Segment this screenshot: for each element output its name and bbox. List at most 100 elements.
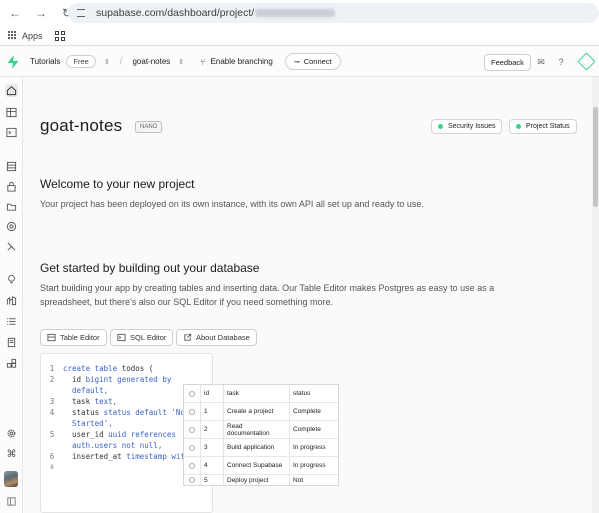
sql-editor-label: SQL Editor <box>130 333 167 342</box>
home-icon[interactable] <box>5 84 18 97</box>
table-header-row: id task status <box>184 385 338 403</box>
supabase-logo-icon[interactable] <box>7 54 19 69</box>
cell-task: Build application <box>224 439 290 456</box>
connect-button[interactable]: ⊸ Connect <box>284 53 341 70</box>
cell-id: 3 <box>201 439 224 456</box>
cell-id: 4 <box>201 457 224 474</box>
column-header: id <box>201 385 224 402</box>
site-settings-icon[interactable] <box>76 7 88 19</box>
external-link-icon <box>184 333 192 341</box>
storage-icon[interactable] <box>5 200 18 213</box>
welcome-text: Your project has been deployed on its ow… <box>40 199 424 209</box>
logs-list-icon[interactable] <box>5 315 18 328</box>
cell-id: 5 <box>201 475 224 485</box>
plan-badge: Free <box>66 55 96 68</box>
sql-editor-icon[interactable] <box>5 126 18 139</box>
help-icon[interactable]: ? <box>556 57 566 67</box>
project-status-label: Project Status <box>526 123 570 130</box>
main-content: goat-notes NANO Security Issues Project … <box>23 77 592 513</box>
row-select-checkbox <box>189 390 195 397</box>
bookmarks-bar: Apps <box>0 26 599 46</box>
row-select-checkbox <box>189 426 195 433</box>
api-docs-icon[interactable] <box>5 336 18 349</box>
advisors-bulb-icon[interactable] <box>5 273 18 286</box>
page-scrollbar[interactable] <box>592 77 599 513</box>
table-icon <box>47 333 56 342</box>
terminal-icon <box>117 333 126 342</box>
breadcrumb-separator: / <box>119 56 123 67</box>
assistant-icon[interactable] <box>577 52 596 71</box>
address-bar[interactable]: supabase.com/dashboard/project/ <box>68 3 599 23</box>
code-line: 1 create table todos ( <box>49 364 154 373</box>
realtime-icon[interactable] <box>5 240 18 253</box>
integrations-icon[interactable] <box>5 357 18 370</box>
security-issues-button[interactable]: Security Issues <box>431 119 503 134</box>
plug-icon: ⊸ <box>293 58 300 66</box>
table-row: 1 Create a project Complete <box>184 403 338 421</box>
chevron-updown-icon[interactable]: ⇕ <box>104 58 110 66</box>
breadcrumb-tutorials[interactable]: Tutorials <box>30 57 60 66</box>
feedback-button[interactable]: Feedback <box>484 54 531 71</box>
cell-status: In progress <box>293 462 326 469</box>
enable-branching-button[interactable]: Enable branching <box>211 57 273 66</box>
cell-task: Connect Supabase <box>224 457 290 474</box>
database-text-line1: Start building your app by creating tabl… <box>40 283 495 293</box>
inbox-icon[interactable]: ✉ <box>536 57 546 67</box>
cell-id: 1 <box>201 403 224 420</box>
reports-icon[interactable] <box>5 294 18 307</box>
table-editor-button[interactable]: Table Editor <box>40 329 107 346</box>
cell-id: 2 <box>201 421 224 438</box>
chevron-updown-icon[interactable]: ⇕ <box>178 58 184 66</box>
column-header: task <box>224 385 290 402</box>
breadcrumb-project[interactable]: goat-notes <box>132 57 170 66</box>
status-dot-icon <box>516 124 521 129</box>
row-select-checkbox <box>189 477 195 483</box>
about-database-button[interactable]: About Database <box>176 329 257 346</box>
compute-size-badge: NANO <box>135 121 163 133</box>
cell-status: In progress <box>293 444 326 451</box>
table-row: 4 Connect Supabase In progress <box>184 457 338 475</box>
cell-status: Complete <box>293 426 321 433</box>
app-header: Tutorials Free ⇕ / goat-notes ⇕ ⑂ Enable… <box>0 47 599 77</box>
cell-task: Read documentation <box>224 421 290 438</box>
about-database-label: About Database <box>196 333 250 342</box>
tab-groups-icon[interactable] <box>54 30 65 41</box>
git-branch-icon: ⑂ <box>200 56 206 67</box>
connect-label: Connect <box>303 57 332 66</box>
table-row: 5 Deploy project Not <box>184 475 338 485</box>
forward-arrow-icon[interactable]: → <box>34 6 48 20</box>
collapse-sidebar-icon[interactable] <box>5 495 18 508</box>
apps-bookmark[interactable]: Apps <box>22 31 43 41</box>
scrollbar-thumb[interactable] <box>593 107 598 207</box>
project-status-button[interactable]: Project Status <box>509 119 577 134</box>
security-issues-label: Security Issues <box>448 123 496 130</box>
row-select-checkbox <box>189 462 195 469</box>
database-heading: Get started by building out your databas… <box>40 261 260 275</box>
avatar[interactable] <box>4 471 18 487</box>
cell-task: Deploy project <box>224 475 290 485</box>
cell-status: Not <box>293 476 304 484</box>
page-title: goat-notes <box>40 116 123 135</box>
command-menu-icon[interactable]: ⌘ <box>5 448 18 461</box>
edge-functions-icon[interactable] <box>5 220 18 233</box>
row-select-checkbox <box>189 444 195 451</box>
apps-grid-icon[interactable] <box>8 31 17 40</box>
database-icon[interactable] <box>5 160 18 173</box>
url-text: supabase.com/dashboard/project/ <box>96 7 255 19</box>
column-header: status <box>293 390 311 397</box>
table-editor-icon[interactable] <box>5 106 18 119</box>
sample-todos-table: id task status 1 Create a project Comple… <box>183 384 339 486</box>
settings-gear-icon[interactable] <box>5 427 18 440</box>
database-text-line2: spreadsheet, but there's also our SQL Ed… <box>40 297 334 307</box>
status-dot-icon <box>438 124 443 129</box>
table-editor-label: Table Editor <box>60 333 100 342</box>
left-sidebar: ⌘ <box>0 77 23 513</box>
back-arrow-icon[interactable]: ← <box>8 6 22 20</box>
browser-toolbar: ← → ↻ supabase.com/dashboard/project/ <box>0 0 599 26</box>
cell-status: Complete <box>293 408 321 415</box>
table-row: 2 Read documentation Complete <box>184 421 338 439</box>
auth-lock-icon[interactable] <box>5 180 18 193</box>
welcome-heading: Welcome to your new project <box>40 177 195 191</box>
sql-editor-button[interactable]: SQL Editor <box>110 329 174 346</box>
row-select-checkbox <box>189 408 195 415</box>
